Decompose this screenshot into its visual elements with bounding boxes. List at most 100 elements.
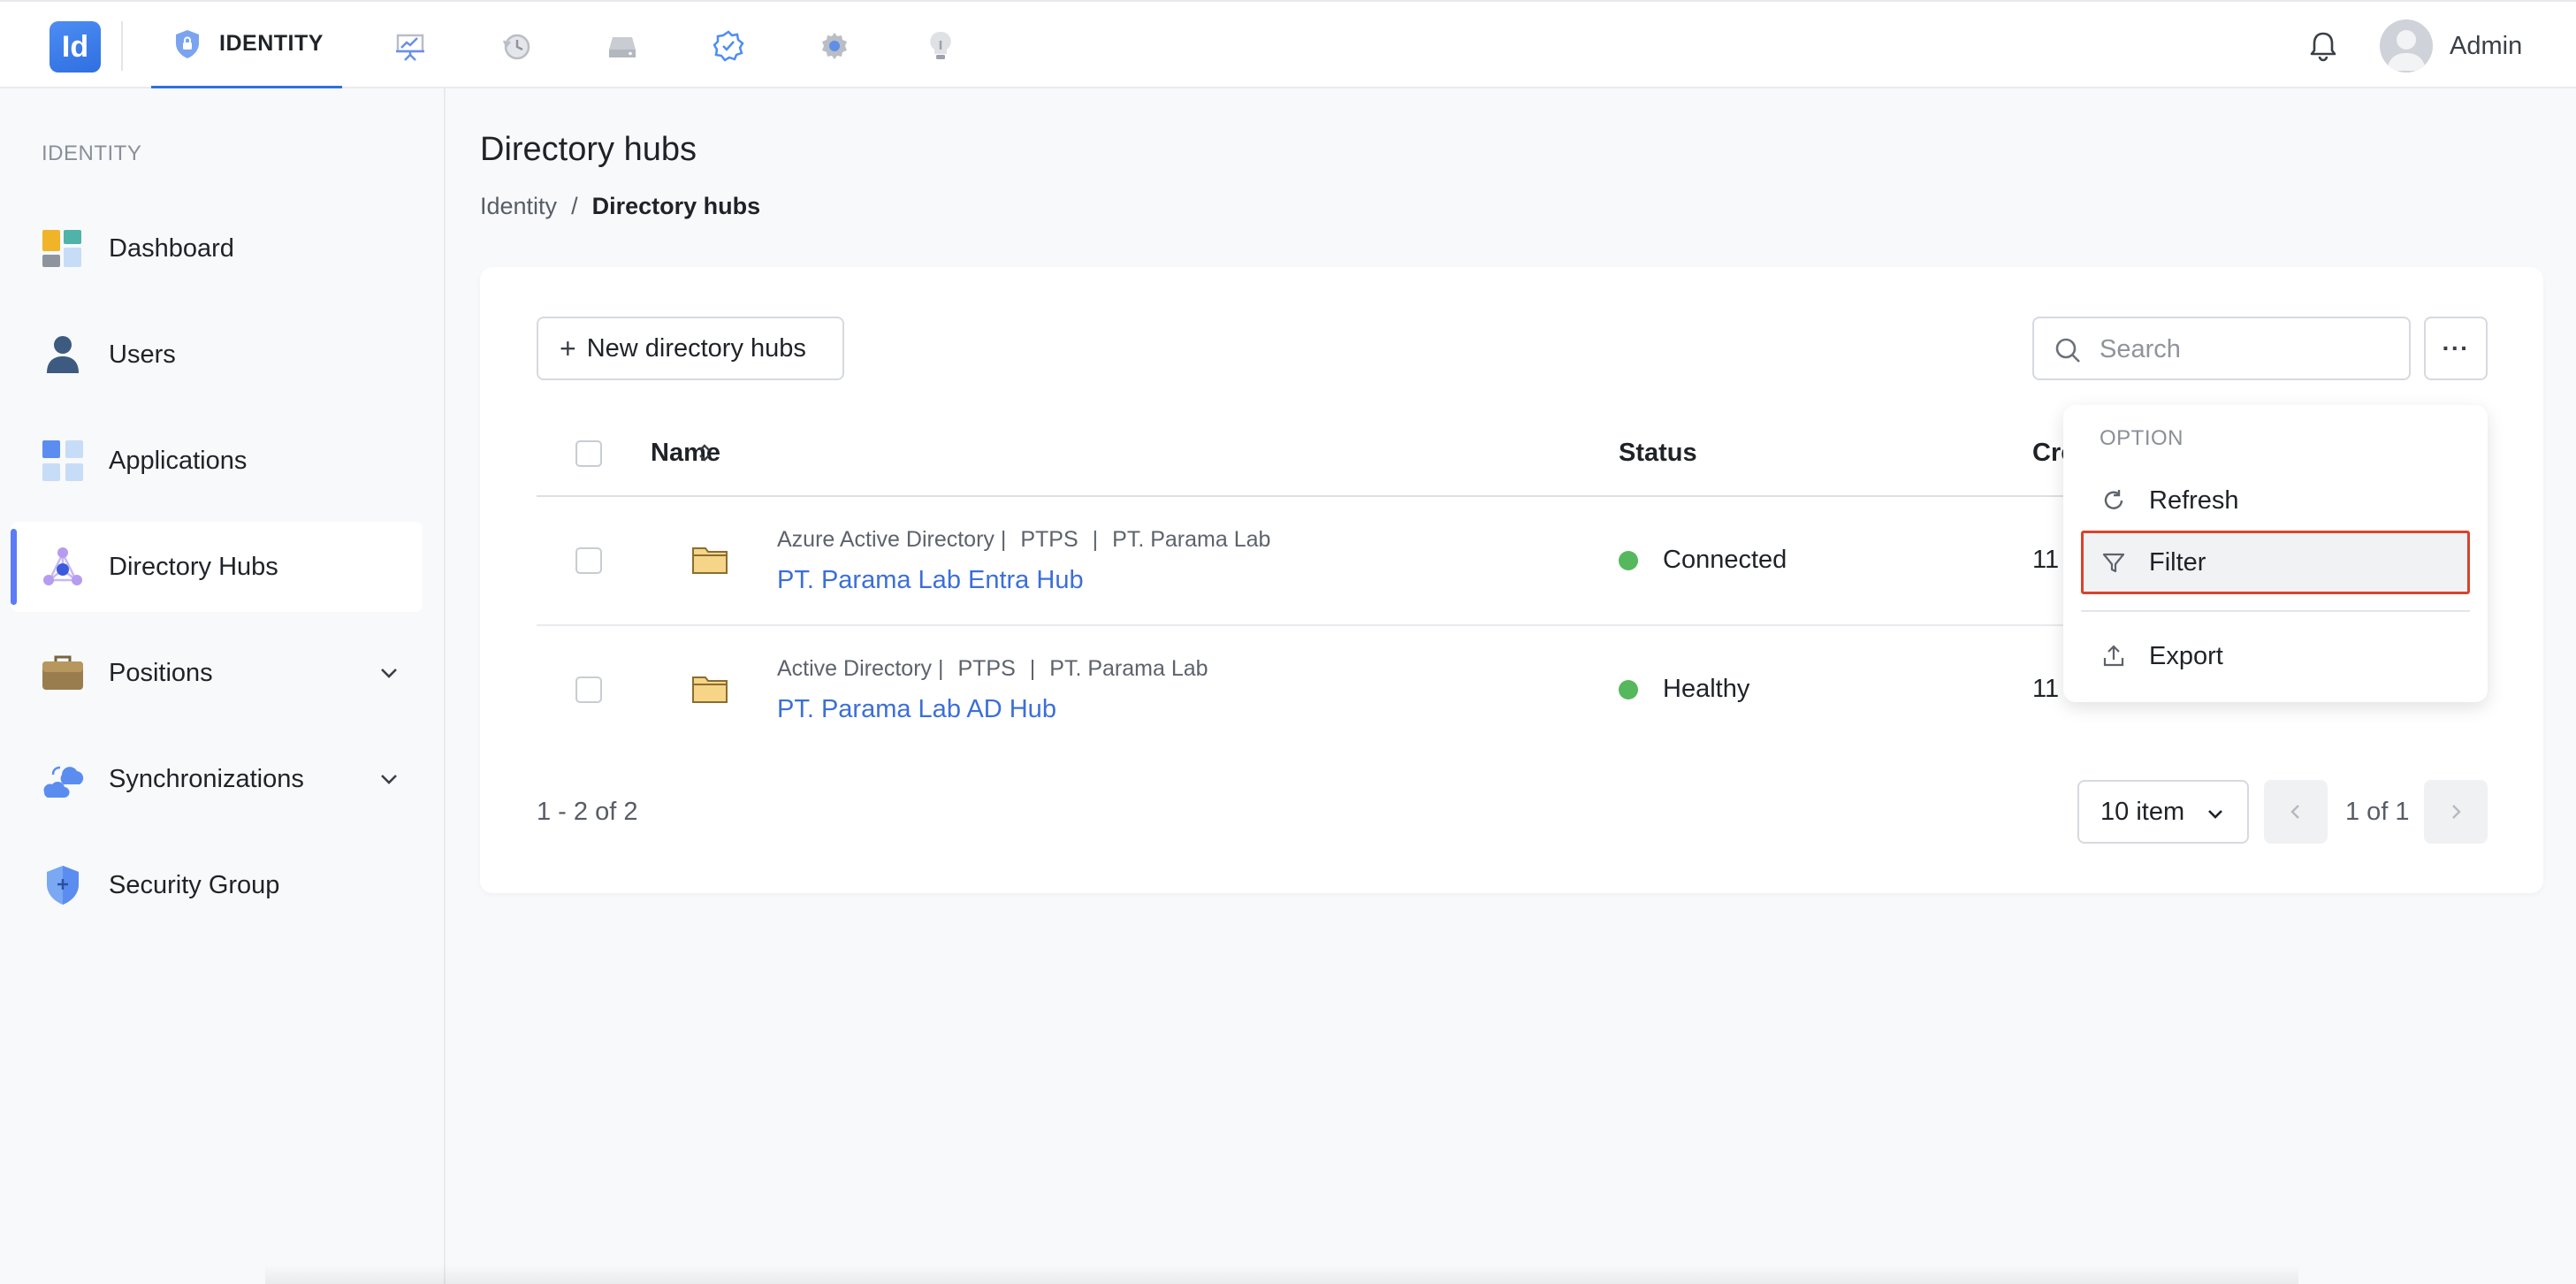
tab-identity[interactable]: IDENTITY xyxy=(151,2,342,90)
chevron-down-icon[interactable] xyxy=(377,767,401,791)
sidebar-item-label: Dashboard xyxy=(109,233,234,263)
status-cell: Connected xyxy=(1619,546,1787,575)
refresh-icon xyxy=(2104,490,2123,509)
chevron-down-icon xyxy=(2208,810,2222,819)
previous-page-button[interactable] xyxy=(2264,780,2328,844)
dropdown-heading: OPTION xyxy=(2100,426,2184,450)
tab-settings[interactable] xyxy=(810,2,859,90)
menu-item-refresh[interactable]: Refresh xyxy=(2081,469,2470,532)
created-cell: 11 xyxy=(2032,675,2060,703)
status-cell: Healthy xyxy=(1619,675,1749,704)
sidebar-item-label: Users xyxy=(109,340,176,369)
sidebar-item-dashboard[interactable]: Dashboard xyxy=(11,203,423,294)
next-page-button[interactable] xyxy=(2424,780,2488,844)
applications-icon xyxy=(42,440,83,481)
more-options-button[interactable]: ··· xyxy=(2424,317,2488,380)
app-logo[interactable]: Id xyxy=(50,21,101,73)
user-avatar[interactable] xyxy=(2380,19,2433,73)
drive-icon xyxy=(609,37,636,57)
page-indicator: 1 of 1 xyxy=(2345,798,2410,826)
new-directory-hubs-label: New directory hubs xyxy=(586,333,806,363)
new-directory-hubs-button[interactable]: + New directory hubs xyxy=(537,317,844,380)
row-meta: Azure Active Directory | PTPS | PT. Para… xyxy=(777,527,1270,553)
bottom-shadow xyxy=(265,1265,2298,1284)
sidebar-item-label: Synchronizations xyxy=(109,764,304,793)
search-icon xyxy=(2055,338,2080,363)
status-dot-icon xyxy=(1619,679,1638,699)
tab-history[interactable] xyxy=(492,2,541,90)
status-text: Connected xyxy=(1663,546,1787,574)
meta-separator: | xyxy=(1092,527,1099,552)
row-checkbox[interactable] xyxy=(575,547,602,574)
sidebar-item-label: Positions xyxy=(109,658,213,687)
hub-name-link[interactable]: PT. Parama Lab Entra Hub xyxy=(777,566,1084,595)
cloud-sync-icon xyxy=(43,766,84,799)
shield-lock-icon xyxy=(176,29,200,58)
sidebar-item-directory-hubs[interactable]: Directory Hubs xyxy=(11,522,423,612)
badge-check-icon xyxy=(713,30,744,62)
created-cell: 11 xyxy=(2032,546,2060,574)
chevron-down-icon[interactable] xyxy=(377,661,401,685)
briefcase-icon xyxy=(42,655,83,690)
tab-identity-label: IDENTITY xyxy=(219,31,324,56)
divider xyxy=(121,21,123,71)
meta-code: PTPS xyxy=(957,656,1016,681)
options-dropdown: OPTION Refresh Filter Export xyxy=(2063,405,2488,702)
menu-item-label: Export xyxy=(2149,641,2223,670)
tab-presentation[interactable] xyxy=(385,2,435,90)
notification-bell-icon[interactable] xyxy=(2304,27,2343,65)
sidebar: IDENTITY Dashboard Users Applications Di… xyxy=(0,88,446,1284)
chevron-left-icon xyxy=(2290,805,2299,819)
history-icon xyxy=(502,34,530,60)
status-text: Healthy xyxy=(1663,675,1750,703)
select-all-checkbox[interactable] xyxy=(575,440,602,467)
user-icon xyxy=(47,336,79,373)
sidebar-heading: IDENTITY xyxy=(42,141,142,165)
plus-icon: + xyxy=(560,332,576,364)
meta-code: PTPS xyxy=(1020,527,1078,552)
directory-hub-icon xyxy=(43,547,82,585)
folder-icon xyxy=(692,676,728,703)
meta-organization: PT. Parama Lab xyxy=(1112,527,1271,552)
items-per-page-select[interactable]: 10 item xyxy=(2077,780,2249,844)
breadcrumb-item-identity[interactable]: Identity xyxy=(480,193,557,220)
filter-icon xyxy=(2102,553,2125,573)
tab-ideas[interactable] xyxy=(916,2,965,90)
menu-item-label: Refresh xyxy=(2149,485,2239,515)
menu-item-filter[interactable]: Filter xyxy=(2081,531,2470,594)
search-input[interactable] xyxy=(2100,331,2391,368)
tab-verified[interactable] xyxy=(704,2,753,90)
menu-divider xyxy=(2081,610,2470,612)
export-icon xyxy=(2103,645,2124,667)
status-dot-icon xyxy=(1619,550,1638,570)
dashboard-icon xyxy=(42,230,81,267)
sidebar-item-label: Security Group xyxy=(109,870,280,899)
sidebar-item-label: Directory Hubs xyxy=(109,552,278,581)
menu-item-export[interactable]: Export xyxy=(2081,624,2470,688)
breadcrumb-separator: / xyxy=(571,193,578,219)
bulb-icon xyxy=(930,31,951,59)
breadcrumb: Identity / Directory hubs xyxy=(480,193,760,220)
meta-directory-type: Active Directory | xyxy=(777,656,944,681)
top-bar: Id IDENTITY Admin xyxy=(0,0,2576,90)
row-checkbox[interactable] xyxy=(575,676,602,703)
settings-icon xyxy=(822,33,847,59)
hub-name-link[interactable]: PT. Parama Lab AD Hub xyxy=(777,695,1056,724)
tab-drive[interactable] xyxy=(598,2,647,90)
chevron-right-icon xyxy=(2452,805,2461,819)
meta-separator: | xyxy=(1029,656,1036,681)
sort-icon[interactable] xyxy=(693,441,716,464)
sidebar-item-users[interactable]: Users xyxy=(11,310,423,400)
result-count: 1 - 2 of 2 xyxy=(537,798,638,826)
user-silhouette-icon xyxy=(2387,30,2426,71)
sidebar-item-positions[interactable]: Positions xyxy=(11,628,423,718)
column-header-status: Status xyxy=(1619,439,1697,467)
presentation-icon xyxy=(396,34,424,61)
user-name[interactable]: Admin xyxy=(2450,32,2522,61)
breadcrumb-item-current: Directory hubs xyxy=(591,193,761,219)
search-box[interactable] xyxy=(2032,317,2411,380)
sidebar-item-security-group[interactable]: Security Group xyxy=(11,840,423,930)
items-per-page-value: 10 item xyxy=(2100,797,2185,826)
sidebar-item-applications[interactable]: Applications xyxy=(11,416,423,506)
sidebar-item-synchronizations[interactable]: Synchronizations xyxy=(11,734,423,824)
